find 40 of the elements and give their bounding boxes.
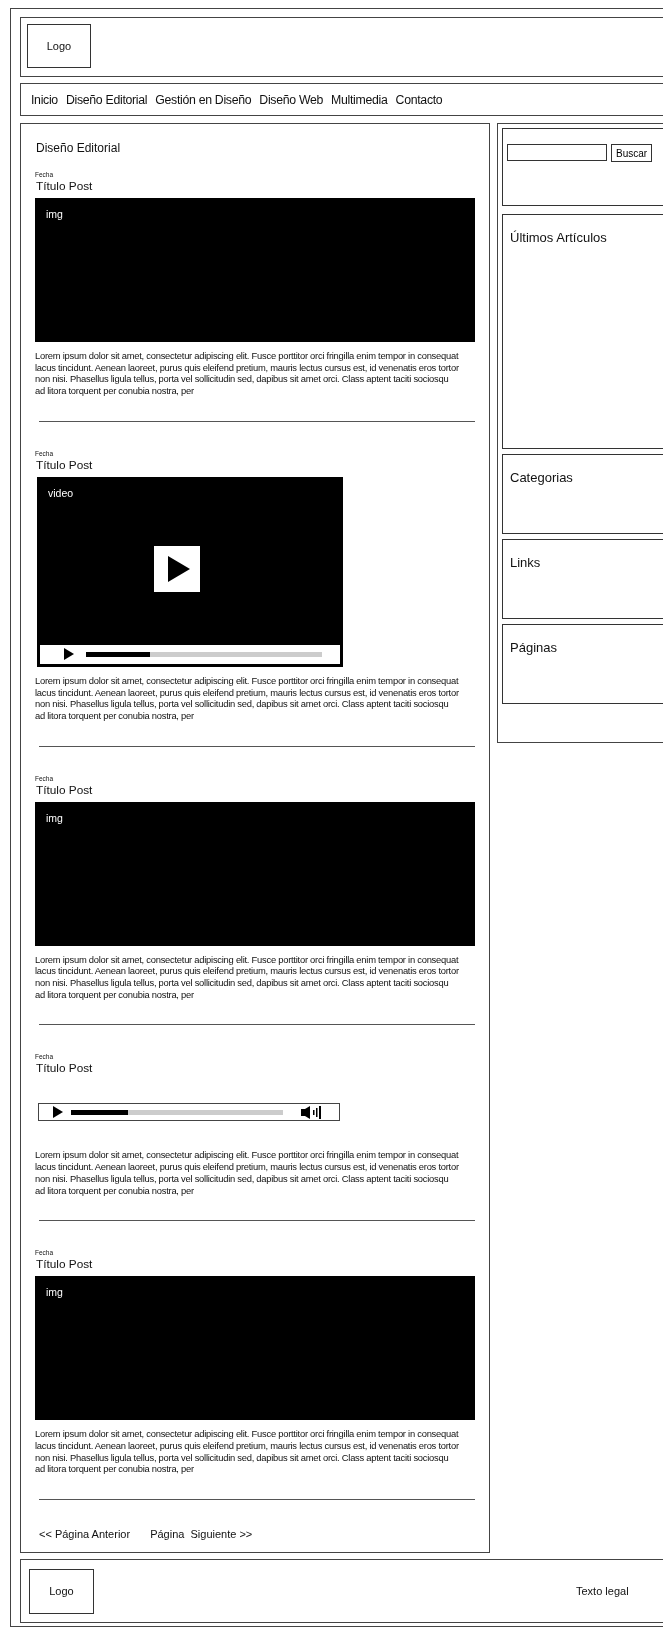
post-excerpt: Lorem ipsum dolor sit amet, consectetur adipiscing elit. Fusce porttitor orci fringilla enim tempor in consequat lacus tincidunt. Aenean laoreet, purus quis eleifend pretium, mauris lectus cursus est, id venenatis eros tortor non nisi. Phasellus ligula tellus, porta vel sollicitudin sed, dapibus sit amet orci. Class aptent taciti sociosqu ad litora torquent per conubia nostra, per [35, 1428, 459, 1476]
widget-title: Categorias [510, 470, 574, 485]
logo: Logo [29, 1568, 94, 1614]
section-title: Diseño Editorial [36, 141, 122, 155]
video-player[interactable]: video [37, 476, 343, 667]
play-icon [168, 555, 190, 582]
widget-title: Links [510, 555, 542, 570]
post-title[interactable]: Título Post [36, 457, 475, 473]
legal-text: Texto legal [576, 1585, 629, 1598]
search-button[interactable]: Buscar [611, 144, 653, 162]
progress-track[interactable] [71, 1109, 283, 1115]
nav-link[interactable]: Multimedia [331, 92, 388, 107]
play-icon [53, 1106, 63, 1119]
nav-link[interactable]: Contacto [395, 92, 443, 107]
logo: Logo [27, 24, 91, 68]
post-title[interactable]: Título Post [36, 1061, 475, 1077]
widget-title: Páginas [510, 640, 558, 655]
media-label: img [46, 1286, 63, 1299]
nav-link[interactable]: Gestión en Diseño [155, 92, 252, 107]
media-label: img [46, 208, 63, 220]
previous-page-link[interactable]: << Página Anterior [39, 1528, 131, 1541]
next-page-link[interactable]: Página Siguiente >> [150, 1528, 253, 1541]
post-excerpt: Lorem ipsum dolor sit amet, consectetur adipiscing elit. Fusce porttitor orci fringilla enim tempor in consequat lacus tincidunt. Aenean laoreet, purus quis eleifend pretium, mauris lectus cursus est, id venenatis eros tortor non nisi. Phasellus ligula tellus, porta vel sollicitudin sed, dapibus sit amet orci. Class aptent taciti sociosqu ad litora torquent per conubia nostra, per [35, 674, 459, 722]
post-excerpt: Lorem ipsum dolor sit amet, consectetur adipiscing elit. Fusce porttitor orci fringilla enim tempor in consequat lacus tincidunt. Aenean laoreet, purus quis eleifend pretium, mauris lectus cursus est, id venenatis eros tortor non nisi. Phasellus ligula tellus, porta vel sollicitudin sed, dapibus sit amet orci. Class aptent taciti sociosqu ad litora torquent per conubia nostra, per [35, 1149, 459, 1197]
volume-icon [301, 1105, 323, 1119]
widget-title: Últimos Artículos [510, 230, 608, 245]
post-excerpt: Lorem ipsum dolor sit amet, consectetur adipiscing elit. Fusce porttitor orci fringilla enim tempor in consequat lacus tincidunt. Aenean laoreet, purus quis eleifend pretium, mauris lectus cursus est, id venenatis eros tortor non nisi. Phasellus ligula tellus, porta vel sollicitudin sed, dapibus sit amet orci. Class aptent taciti sociosqu ad litora torquent per conubia nostra, per [35, 350, 459, 397]
nav-link[interactable]: Diseño Web [259, 92, 324, 107]
play-icon [64, 648, 74, 661]
progress-track[interactable] [86, 651, 322, 657]
post-title[interactable]: Título Post [36, 1257, 475, 1273]
nav-link[interactable]: Inicio [31, 92, 58, 107]
media-label: img [46, 811, 63, 824]
media-label: video [48, 486, 74, 499]
post-excerpt: Lorem ipsum dolor sit amet, consectetur adipiscing elit. Fusce porttitor orci fringilla enim tempor in consequat lacus tincidunt. Aenean laoreet, purus quis eleifend pretium, mauris lectus cursus est, id venenatis eros tortor non nisi. Phasellus ligula tellus, porta vel sollicitudin sed, dapibus sit amet orci. Class aptent taciti sociosqu ad litora torquent per conubia nostra, per [35, 953, 459, 1001]
post-title[interactable]: Título Post [36, 782, 475, 798]
nav-link[interactable]: Diseño Editorial [65, 92, 148, 107]
post-title[interactable]: Título Post [36, 179, 475, 194]
search-field[interactable] [507, 144, 607, 161]
play-button[interactable] [154, 545, 200, 592]
